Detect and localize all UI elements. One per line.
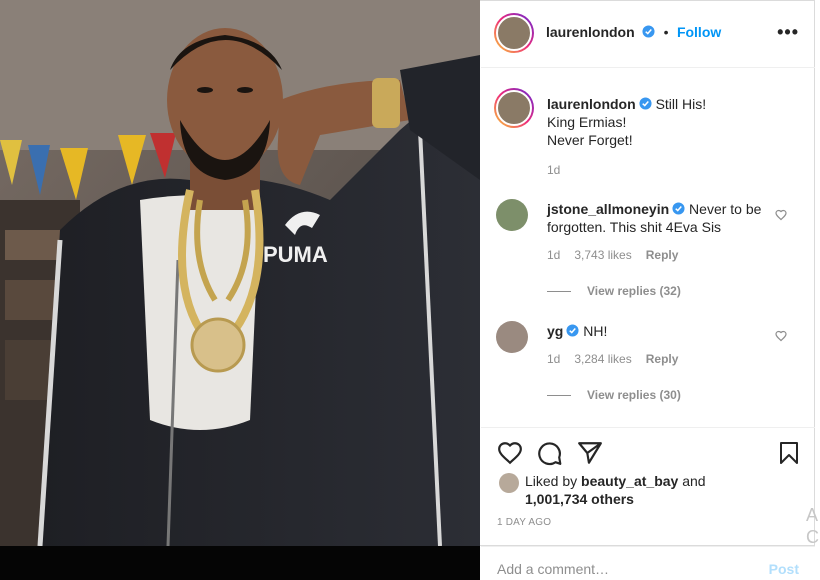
comment-username[interactable]: jstone_allmoneyin xyxy=(547,201,669,217)
comment-icon[interactable] xyxy=(537,440,563,466)
post-photo[interactable]: PUMA xyxy=(0,0,480,546)
comment-age[interactable]: 1d xyxy=(547,352,560,366)
action-bar xyxy=(481,427,815,477)
verified-icon xyxy=(672,202,685,215)
comment-likes[interactable]: 3,284 likes xyxy=(574,352,631,366)
post-timestamp[interactable]: 1 DAY AGO xyxy=(497,517,551,528)
reply-button[interactable]: Reply xyxy=(646,352,679,366)
likes-summary: Liked by beauty_at_bay and 1,001,734 oth… xyxy=(525,472,706,508)
post-header: laurenlondon • Follow ••• xyxy=(481,0,815,68)
liker-avatar[interactable] xyxy=(499,473,519,493)
add-comment-bar: Add a comment… Post xyxy=(481,546,815,580)
comment-text: NH! xyxy=(583,323,608,339)
header-separator: • xyxy=(663,24,669,40)
verified-icon xyxy=(566,324,579,337)
verified-icon xyxy=(639,97,652,110)
more-icon[interactable]: ••• xyxy=(777,22,799,43)
puma-brand-text: PUMA xyxy=(263,242,328,267)
view-replies-label: View replies (30) xyxy=(587,388,681,402)
edge-glyph: C xyxy=(806,527,819,547)
follow-button[interactable]: Follow xyxy=(677,24,721,40)
add-comment-input[interactable]: Add a comment… xyxy=(497,561,609,577)
comment-age[interactable]: 1d xyxy=(547,248,560,262)
heart-icon[interactable] xyxy=(497,440,523,466)
comment: jstone_allmoneyin Never to be forgotten.… xyxy=(547,200,765,298)
view-replies-button[interactable]: View replies (32) xyxy=(547,284,765,298)
view-replies-button[interactable]: View replies (30) xyxy=(547,388,765,402)
comment-likes[interactable]: 3,743 likes xyxy=(574,248,631,262)
photo-bottom-strip xyxy=(0,546,480,580)
caption-line: Still His! xyxy=(655,96,707,112)
comments-area[interactable]: laurenlondon Still His! King Ermias! Nev… xyxy=(481,69,815,426)
likes-prefix: Liked by xyxy=(525,473,578,489)
author-avatar[interactable] xyxy=(494,13,534,53)
commenter-avatar[interactable] xyxy=(496,321,528,353)
caption-line: Never Forget! xyxy=(547,132,633,148)
post-comment-button[interactable]: Post xyxy=(769,561,799,577)
edge-glyph: A xyxy=(806,505,819,525)
comment-meta: 1d 3,284 likes Reply xyxy=(547,352,765,366)
view-replies-label: View replies (32) xyxy=(587,284,681,298)
caption-username[interactable]: laurenlondon xyxy=(547,96,636,112)
comment-username[interactable]: yg xyxy=(547,323,563,339)
comment-like-heart-icon[interactable] xyxy=(775,330,787,342)
share-icon[interactable] xyxy=(577,440,603,466)
verified-icon xyxy=(642,25,655,38)
comment-like-heart-icon[interactable] xyxy=(775,209,787,221)
header-author-line: laurenlondon • Follow xyxy=(546,24,721,42)
header-username[interactable]: laurenlondon xyxy=(546,24,635,40)
commenter-avatar[interactable] xyxy=(496,199,528,231)
reply-button[interactable]: Reply xyxy=(646,248,679,262)
caption-line: King Ermias! xyxy=(547,114,627,130)
photo-illustration: PUMA xyxy=(0,0,480,546)
liker-username[interactable]: beauty_at_bay xyxy=(581,473,678,489)
likes-conjunction: and xyxy=(682,473,706,489)
caption: laurenlondon Still His! King Ermias! Nev… xyxy=(547,95,797,177)
view-replies-divider xyxy=(547,290,571,292)
comment: yg NH! 1d 3,284 likes Reply View replies (… xyxy=(547,322,765,402)
caption-avatar[interactable] xyxy=(494,88,534,128)
bookmark-icon[interactable] xyxy=(777,440,801,466)
view-replies-divider xyxy=(547,394,571,396)
caption-age[interactable]: 1d xyxy=(547,163,797,177)
likes-others[interactable]: 1,001,734 others xyxy=(525,491,634,507)
comment-meta: 1d 3,743 likes Reply xyxy=(547,248,765,262)
post-sidebar: laurenlondon • Follow ••• laurenlondon S… xyxy=(481,0,815,580)
